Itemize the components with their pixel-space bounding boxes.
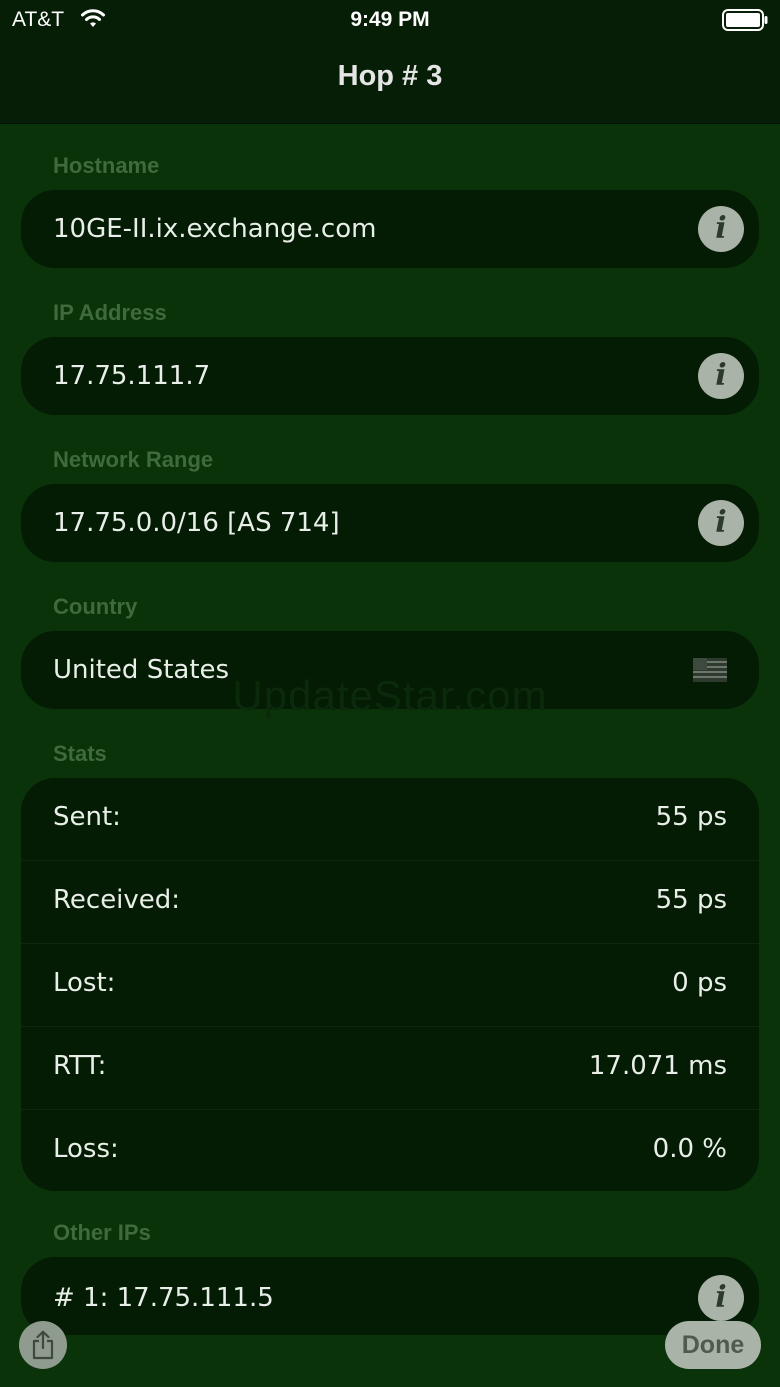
stat-label: RTT: xyxy=(53,1051,107,1081)
battery-icon xyxy=(722,9,768,31)
stat-row-loss: Loss: 0.0 % xyxy=(21,1110,759,1193)
stat-label: Lost: xyxy=(53,968,116,998)
stat-row-lost: Lost: 0 ps xyxy=(21,944,759,1027)
page-title: Hop # 3 xyxy=(337,60,443,92)
stat-row-received: Received: 55 ps xyxy=(21,861,759,944)
stat-value: 17.071 ms xyxy=(588,1051,727,1081)
status-bar: AT&T 9:49 PM xyxy=(0,0,780,40)
stat-label: Sent: xyxy=(53,802,121,832)
stat-row-sent: Sent: 55 ps xyxy=(21,778,759,861)
hostname-value: 10GE-II.ix.exchange.com xyxy=(53,214,377,244)
other-ips-header: Other IPs xyxy=(53,1220,151,1245)
network-range-header: Network Range xyxy=(53,447,214,472)
other-ip-card: # 1: 17.75.111.5 i xyxy=(21,1257,759,1335)
stats-card: Sent: 55 ps Received: 55 ps Lost: 0 ps R… xyxy=(21,778,759,1191)
watermark: UpdateStar.com xyxy=(232,672,548,719)
stat-label: Received: xyxy=(53,885,181,915)
stat-value: 0.0 % xyxy=(652,1134,727,1164)
hostname-header: Hostname xyxy=(53,153,160,178)
info-icon[interactable]: i xyxy=(698,500,744,546)
stat-value: 55 ps xyxy=(655,802,727,832)
hostname-card: 10GE-II.ix.exchange.com i xyxy=(21,190,759,268)
info-icon[interactable]: i xyxy=(698,353,744,399)
stats-header: Stats xyxy=(53,741,107,766)
ip-address-header: IP Address xyxy=(53,300,167,325)
done-button[interactable]: Done xyxy=(665,1321,761,1369)
stat-value: 55 ps xyxy=(655,885,727,915)
ip-address-card: 17.75.111.7 i xyxy=(21,337,759,415)
share-icon xyxy=(32,1330,54,1360)
network-range-value: 17.75.0.0/16 [AS 714] xyxy=(53,508,340,538)
share-button[interactable] xyxy=(19,1321,67,1369)
stat-label: Loss: xyxy=(53,1134,119,1164)
other-ip-value: # 1: 17.75.111.5 xyxy=(53,1283,274,1313)
stat-value: 0 ps xyxy=(672,968,727,998)
country-header: Country xyxy=(53,594,138,619)
ip-address-value: 17.75.111.7 xyxy=(53,361,211,391)
network-range-card: 17.75.0.0/16 [AS 714] i xyxy=(21,484,759,562)
navigation-bar: Hop # 3 xyxy=(0,40,780,124)
info-icon[interactable]: i xyxy=(698,206,744,252)
info-icon[interactable]: i xyxy=(698,1275,744,1321)
stat-row-rtt: RTT: 17.071 ms xyxy=(21,1027,759,1110)
clock: 9:49 PM xyxy=(350,8,430,31)
